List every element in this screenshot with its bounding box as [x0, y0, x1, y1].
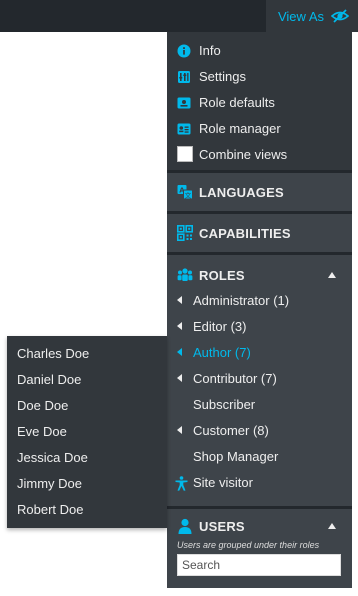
author-users-submenu: Charles Doe Daniel Doe Doe Doe Eve Doe J… — [7, 336, 167, 528]
combine-views-checkbox[interactable] — [177, 146, 193, 162]
role-item-label: Administrator (1) — [193, 293, 290, 308]
menu-item-label: Info — [199, 43, 221, 58]
caret-left-icon — [177, 426, 182, 434]
role-item-editor[interactable]: Editor (3) — [167, 314, 352, 340]
universal-access-icon — [175, 476, 188, 491]
section-roles: ROLES Administrator (1) Editor (3) Autho… — [167, 255, 352, 506]
user-icon — [178, 518, 192, 534]
user-item[interactable]: Daniel Doe — [17, 372, 81, 387]
caret-left-icon — [177, 348, 182, 356]
user-item[interactable]: Robert Doe — [17, 502, 83, 517]
id-card-alt-icon — [177, 123, 191, 135]
users-note: Users are grouped under their roles — [177, 540, 320, 550]
user-item[interactable]: Jimmy Doe — [17, 476, 82, 491]
settings-icon — [178, 71, 190, 83]
role-item-label: Site visitor — [193, 475, 253, 490]
caret-left-icon — [177, 374, 182, 382]
view-as-button[interactable]: View As — [266, 0, 358, 32]
id-card-icon — [177, 97, 191, 109]
role-item-shop-manager[interactable]: Shop Manager — [167, 444, 352, 470]
user-item[interactable]: Eve Doe — [17, 424, 67, 439]
admin-top-bar: View As — [0, 0, 358, 32]
translation-icon: A 文 — [177, 185, 193, 200]
collapse-arrow-icon[interactable] — [328, 523, 336, 529]
role-item-site-visitor[interactable]: Site visitor — [167, 470, 352, 496]
section-users: USERS Users are grouped under their role… — [167, 509, 352, 588]
role-item-label: Customer (8) — [193, 423, 269, 438]
section-capabilities[interactable]: CAPABILITIES — [167, 214, 352, 252]
menu-item-info[interactable]: Info — [167, 38, 352, 64]
view-as-label: View As — [277, 8, 324, 24]
capabilities-icon — [177, 225, 193, 241]
section-title: USERS — [199, 519, 245, 534]
role-item-administrator[interactable]: Administrator (1) — [167, 288, 352, 314]
role-item-label: Editor (3) — [193, 319, 247, 334]
menu-item-label: Settings — [199, 69, 246, 84]
user-item[interactable]: Doe Doe — [17, 398, 68, 413]
user-item[interactable]: Jessica Doe — [17, 450, 88, 465]
menu-item-role-manager[interactable]: Role manager — [167, 116, 352, 142]
view-as-dropdown: Info Settings Role defaults Role manager… — [167, 32, 352, 588]
section-title: LANGUAGES — [199, 185, 284, 200]
role-item-subscriber[interactable]: Subscriber — [167, 392, 352, 418]
user-search-input[interactable] — [177, 554, 341, 576]
menu-item-label: Role manager — [199, 121, 281, 136]
section-title: CAPABILITIES — [199, 226, 291, 241]
section-languages[interactable]: A 文 LANGUAGES — [167, 173, 352, 211]
info-icon — [177, 44, 191, 58]
caret-left-icon — [177, 296, 182, 304]
caret-left-icon — [177, 322, 182, 330]
role-item-label: Author (7) — [193, 345, 251, 360]
role-item-label: Subscriber — [193, 397, 256, 412]
menu-item-role-defaults[interactable]: Role defaults — [167, 90, 352, 116]
role-item-customer[interactable]: Customer (8) — [167, 418, 352, 444]
svg-text:文: 文 — [185, 191, 192, 200]
role-item-author[interactable]: Author (7) — [167, 340, 352, 366]
user-item[interactable]: Charles Doe — [17, 346, 89, 361]
role-item-label: Shop Manager — [193, 449, 279, 464]
role-item-label: Contributor (7) — [193, 371, 277, 386]
role-item-contributor[interactable]: Contributor (7) — [167, 366, 352, 392]
collapse-arrow-icon[interactable] — [328, 272, 336, 278]
groups-icon — [177, 268, 193, 281]
eye-slash-icon — [331, 9, 349, 23]
roles-header[interactable]: ROLES — [167, 255, 352, 285]
section-title: ROLES — [199, 268, 245, 283]
menu-item-settings[interactable]: Settings — [167, 64, 352, 90]
menu-item-combine-views[interactable]: Combine views — [167, 142, 352, 168]
menu-item-label: Role defaults — [199, 95, 275, 110]
menu-item-label: Combine views — [199, 147, 288, 162]
